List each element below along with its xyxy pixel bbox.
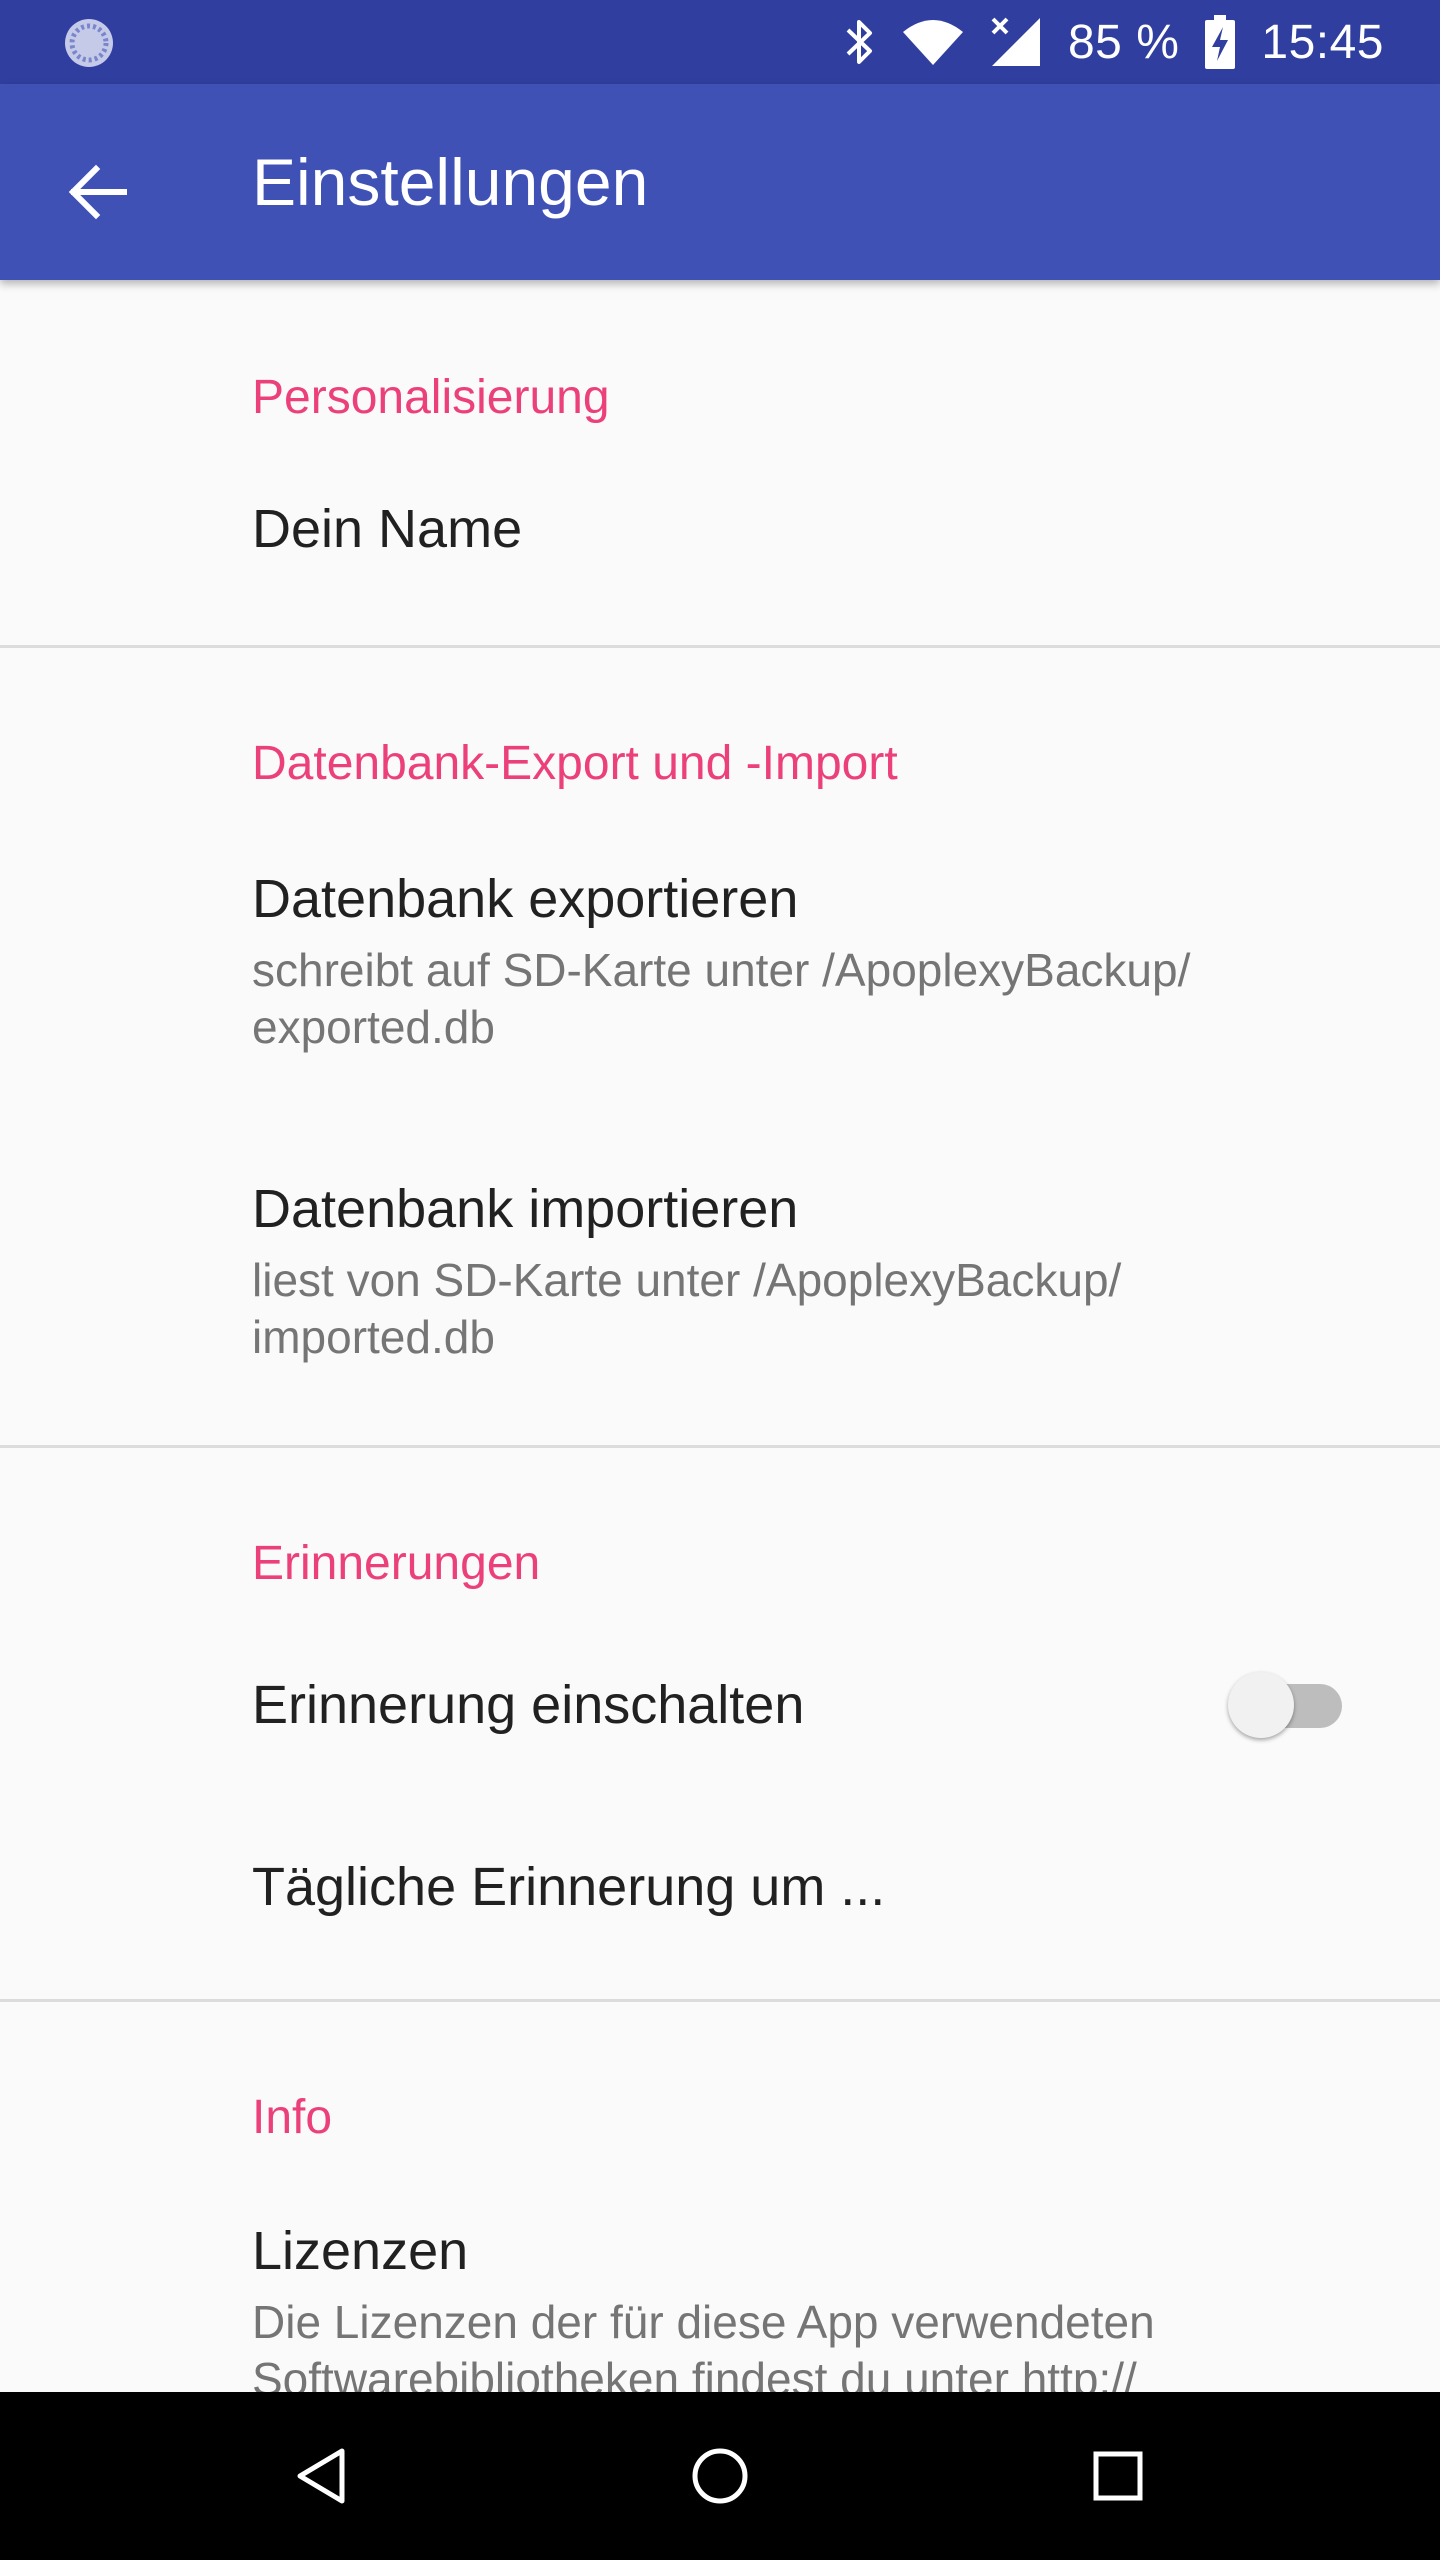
category-erinnerungen: Erinnerungen	[252, 1537, 541, 1590]
battery-percent: 85 %	[1067, 15, 1180, 69]
app-bar: Einstellungen	[0, 84, 1440, 280]
pref-summary: schreibt auf SD-Karte unter /ApoplexyBac…	[252, 944, 1191, 1053]
switch-thumb	[1228, 1672, 1294, 1738]
status-icons: 85 % 15:45	[844, 0, 1384, 84]
nav-recents-button[interactable]	[1070, 2428, 1166, 2524]
pref-taegliche-erinnerung[interactable]: Tägliche Erinnerung um ...	[0, 1800, 1440, 1975]
divider	[0, 1999, 1440, 2002]
page-title: Einstellungen	[252, 145, 649, 219]
nav-home-button[interactable]	[672, 2428, 768, 2524]
preferences-list[interactable]: Personalisierung Dein Name Datenbank-Exp…	[0, 280, 1440, 2392]
loading-spinner-icon	[62, 16, 116, 70]
pref-erinnerung-einschalten[interactable]: Erinnerung einschalten	[0, 1620, 1440, 1795]
battery-charging-icon	[1205, 15, 1236, 69]
nav-back-triangle-icon	[297, 2448, 345, 2504]
cell-signal-no-data-icon	[990, 16, 1042, 68]
category-datenbank: Datenbank-Export und -Import	[252, 737, 898, 790]
divider	[0, 1445, 1440, 1448]
nav-home-circle-icon	[692, 2448, 748, 2504]
category-personalisierung: Personalisierung	[252, 371, 610, 424]
pref-title: Dein Name	[252, 499, 523, 559]
pref-title: Lizenzen	[252, 2221, 469, 2281]
system-navigation-bar	[0, 2392, 1440, 2560]
pref-title: Tägliche Erinnerung um ...	[252, 1857, 886, 1917]
settings-screen: 85 % 15:45 Einstellungen Personalisierun…	[0, 0, 1440, 2560]
back-button[interactable]	[42, 136, 154, 248]
pref-lizenzen[interactable]: Lizenzen Die Lizenzen der für diese App …	[0, 2220, 1440, 2392]
pref-summary: Die Lizenzen der für diese App verwendet…	[252, 2296, 1155, 2392]
pref-title: Erinnerung einschalten	[252, 1675, 805, 1735]
arrow-back-icon	[68, 164, 127, 220]
pref-datenbank-exportieren[interactable]: Datenbank exportieren schreibt auf SD-Ka…	[0, 860, 1440, 1160]
pref-title: Datenbank importieren	[252, 1179, 799, 1239]
bluetooth-icon	[844, 17, 876, 67]
pref-title: Datenbank exportieren	[252, 869, 799, 929]
pref-summary: liest von SD-Karte unter /ApoplexyBackup…	[252, 1254, 1122, 1363]
reminder-toggle-switch[interactable]	[1226, 1670, 1350, 1740]
category-info: Info	[252, 2091, 333, 2144]
pref-datenbank-importieren[interactable]: Datenbank importieren liest von SD-Karte…	[0, 1170, 1440, 1470]
divider	[0, 645, 1440, 648]
status-bar: 85 % 15:45	[0, 0, 1440, 84]
clock: 15:45	[1261, 15, 1384, 69]
nav-back-button[interactable]	[274, 2428, 370, 2524]
pref-dein-name[interactable]: Dein Name	[0, 472, 1440, 645]
nav-recents-square-icon	[1093, 2451, 1143, 2501]
wifi-icon	[902, 18, 964, 66]
